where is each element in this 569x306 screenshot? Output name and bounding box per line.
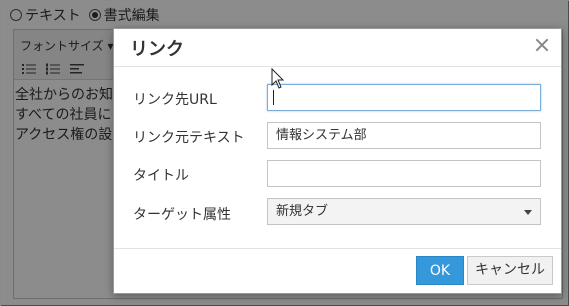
text-caret <box>273 90 274 105</box>
url-label: リンク先URL <box>133 92 217 108</box>
target-selected-value: 新規タブ <box>276 204 329 219</box>
target-select[interactable]: 新規タブ <box>267 198 541 225</box>
dialog-title: リンク <box>130 39 184 60</box>
link-text-value: 情報システム部 <box>276 128 367 143</box>
mouse-pointer-icon <box>271 68 285 89</box>
target-label: ターゲット属性 <box>133 207 231 223</box>
window-frame: テキスト 書式編集 フォントサイズ ▾ 全社からのお知 すべての社員に アクセス… <box>0 0 569 306</box>
link-text-label: リンク元テキスト <box>133 130 245 146</box>
close-icon[interactable] <box>535 38 549 52</box>
ok-button[interactable]: OK <box>416 256 464 285</box>
url-input[interactable] <box>267 84 541 111</box>
cancel-button[interactable]: キャンセル <box>467 256 553 285</box>
link-text-input[interactable]: 情報システム部 <box>267 122 541 149</box>
dialog-footer-divider <box>114 248 561 249</box>
title-input[interactable] <box>267 160 541 187</box>
link-dialog: リンク リンク先URL リンク元テキスト 情報システム部 タイトル ターゲット属… <box>113 28 562 294</box>
title-label: タイトル <box>133 168 189 184</box>
dialog-header-divider <box>114 66 561 67</box>
chevron-down-icon <box>524 210 532 215</box>
